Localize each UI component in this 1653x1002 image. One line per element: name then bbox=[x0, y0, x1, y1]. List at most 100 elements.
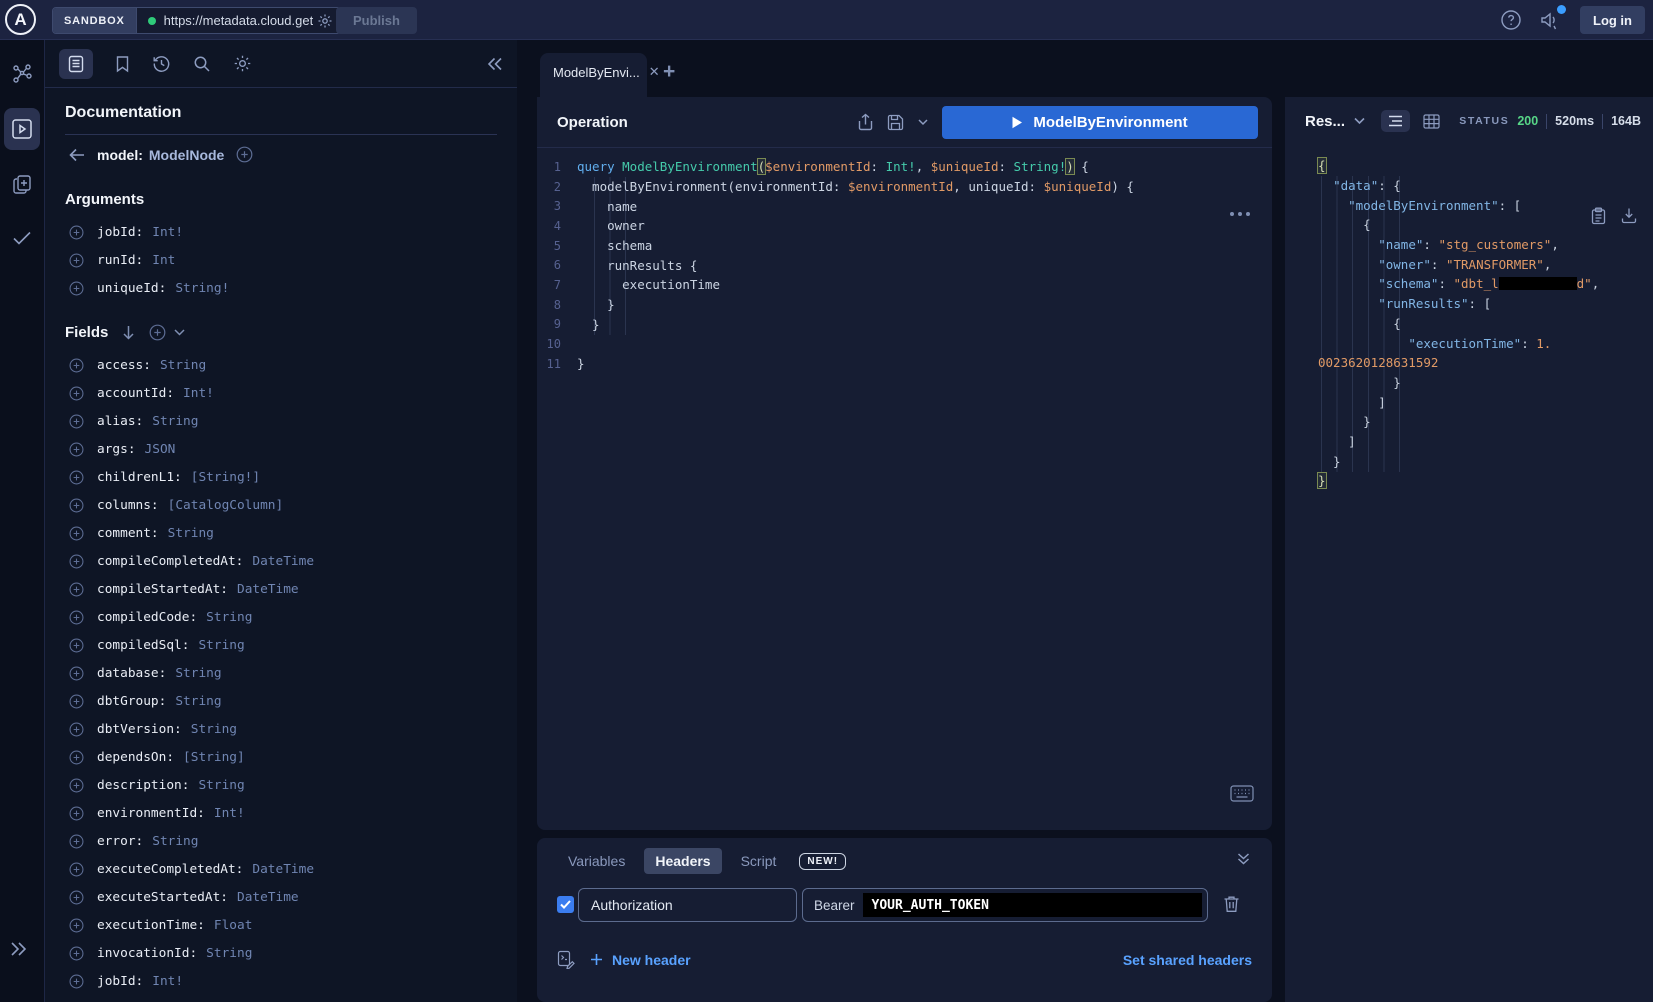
header-value-input[interactable]: Bearer YOUR_AUTH_TOKEN bbox=[802, 888, 1208, 922]
add-all-fields-icon[interactable] bbox=[236, 146, 253, 163]
add-field-icon[interactable] bbox=[69, 414, 84, 429]
back-arrow-icon[interactable] bbox=[69, 148, 85, 162]
sort-fields-icon[interactable] bbox=[122, 325, 135, 340]
history-icon[interactable] bbox=[152, 54, 171, 73]
add-field-icon[interactable] bbox=[69, 582, 84, 597]
add-field-icon[interactable] bbox=[69, 225, 84, 240]
collapse-bottom-panel-icon[interactable] bbox=[1237, 852, 1250, 865]
response-panel: Res... STATUS 200 520ms 164B { "data": { bbox=[1285, 97, 1653, 1002]
plus-icon bbox=[590, 953, 603, 966]
field-name: args: bbox=[97, 442, 136, 457]
new-header-button[interactable]: New header bbox=[590, 952, 691, 968]
delete-header-icon[interactable] bbox=[1223, 895, 1240, 913]
add-field-icon[interactable] bbox=[69, 694, 84, 709]
response-line: "runResults": [ bbox=[1318, 294, 1653, 314]
response-line: } bbox=[1318, 412, 1653, 432]
add-field-icon[interactable] bbox=[69, 358, 84, 373]
response-dropdown-chevron-icon[interactable] bbox=[1354, 117, 1365, 125]
sandbox-pages-nav-icon[interactable] bbox=[4, 164, 40, 204]
header-key-input[interactable] bbox=[578, 888, 797, 922]
response-json: { "data": { "modelByEnvironment": [ { "n… bbox=[1318, 156, 1653, 491]
close-tab-icon[interactable]: ✕ bbox=[649, 64, 660, 80]
fields-list: access:StringaccountId:Int!alias:Stringa… bbox=[65, 351, 497, 995]
documentation-tab-icon[interactable] bbox=[59, 49, 93, 79]
field-name: compiledCode: bbox=[97, 610, 197, 625]
tab-headers[interactable]: Headers bbox=[644, 848, 721, 874]
field-name: childrenL1: bbox=[97, 470, 182, 485]
publish-button[interactable]: Publish bbox=[336, 7, 417, 34]
add-field-icon[interactable] bbox=[69, 386, 84, 401]
add-field-icon[interactable] bbox=[69, 281, 84, 296]
add-field-icon[interactable] bbox=[69, 834, 84, 849]
help-icon[interactable] bbox=[1500, 9, 1522, 31]
line-number: 9 bbox=[537, 317, 577, 331]
response-line: } bbox=[1318, 471, 1653, 491]
add-field-icon[interactable] bbox=[69, 722, 84, 737]
add-field-icon[interactable] bbox=[69, 442, 84, 457]
query-editor[interactable]: 1query ModelByEnvironment($environmentId… bbox=[537, 148, 1272, 828]
field-row: compileStartedAt:DateTime bbox=[65, 575, 497, 603]
add-field-icon[interactable] bbox=[69, 946, 84, 961]
tab-script[interactable]: Script bbox=[730, 848, 788, 874]
response-line: } bbox=[1318, 451, 1653, 471]
add-field-icon[interactable] bbox=[69, 526, 84, 541]
field-row: executionTime:Float bbox=[65, 911, 497, 939]
collapse-docs-panel-icon[interactable] bbox=[487, 57, 503, 71]
response-title[interactable]: Res... bbox=[1305, 113, 1345, 130]
editor-menu-kebab-icon[interactable] bbox=[1230, 212, 1250, 216]
endpoint-url-input[interactable]: https://metadata.cloud.get bbox=[164, 13, 314, 28]
add-field-icon[interactable] bbox=[69, 918, 84, 933]
preflight-script-icon[interactable] bbox=[557, 950, 575, 969]
checklist-nav-icon[interactable] bbox=[4, 218, 40, 258]
add-fields-icon[interactable] bbox=[149, 324, 166, 341]
add-field-icon[interactable] bbox=[69, 806, 84, 821]
add-field-icon[interactable] bbox=[69, 554, 84, 569]
apollo-logo[interactable]: A bbox=[5, 4, 36, 35]
add-field-icon[interactable] bbox=[69, 253, 84, 268]
search-icon[interactable] bbox=[193, 55, 211, 73]
add-field-icon[interactable] bbox=[69, 862, 84, 877]
connection-settings-gear-icon[interactable] bbox=[317, 13, 333, 29]
login-button[interactable]: Log in bbox=[1580, 6, 1645, 34]
field-row: alias:String bbox=[65, 407, 497, 435]
saved-operations-icon[interactable] bbox=[115, 55, 130, 73]
run-operation-button[interactable]: ModelByEnvironment bbox=[942, 106, 1258, 139]
field-type: String bbox=[175, 666, 221, 681]
notification-dot bbox=[1557, 5, 1566, 14]
operation-title: Operation bbox=[557, 114, 628, 131]
add-field-icon[interactable] bbox=[69, 750, 84, 765]
add-field-icon[interactable] bbox=[69, 666, 84, 681]
field-type: DateTime bbox=[237, 582, 299, 597]
operation-tab[interactable]: ModelByEnvi... ✕ bbox=[540, 53, 647, 97]
response-line: "name": "stg_customers", bbox=[1318, 235, 1653, 255]
play-icon bbox=[1012, 116, 1023, 129]
settings-gear-icon[interactable] bbox=[233, 54, 252, 73]
add-field-icon[interactable] bbox=[69, 778, 84, 793]
add-field-icon[interactable] bbox=[69, 890, 84, 905]
format-json-toggle-icon[interactable] bbox=[1381, 110, 1410, 132]
field-row: compileCompletedAt:DateTime bbox=[65, 547, 497, 575]
share-operation-icon[interactable] bbox=[858, 113, 873, 131]
expand-rail-icon[interactable] bbox=[8, 940, 28, 958]
add-field-icon[interactable] bbox=[69, 610, 84, 625]
add-fields-chevron-icon[interactable] bbox=[174, 329, 185, 336]
add-field-icon[interactable] bbox=[69, 498, 84, 513]
announcements-icon[interactable] bbox=[1539, 9, 1563, 31]
field-row: error:String bbox=[65, 827, 497, 855]
save-operation-icon[interactable] bbox=[887, 114, 904, 131]
new-tab-icon[interactable]: + bbox=[663, 60, 675, 84]
field-row: description:String bbox=[65, 771, 497, 799]
save-options-chevron-icon[interactable] bbox=[918, 119, 928, 126]
header-enabled-checkbox[interactable] bbox=[557, 896, 574, 913]
table-view-toggle-icon[interactable] bbox=[1423, 114, 1440, 129]
add-field-icon[interactable] bbox=[69, 974, 84, 989]
field-name: dbtGroup: bbox=[97, 694, 166, 709]
keyboard-shortcuts-icon[interactable] bbox=[1230, 785, 1254, 802]
tab-variables[interactable]: Variables bbox=[557, 848, 636, 874]
explorer-nav-icon[interactable] bbox=[4, 108, 40, 150]
schema-nav-icon[interactable] bbox=[4, 54, 40, 94]
set-shared-headers-link[interactable]: Set shared headers bbox=[1123, 952, 1252, 968]
add-field-icon[interactable] bbox=[69, 470, 84, 485]
docs-title: Documentation bbox=[65, 104, 497, 135]
add-field-icon[interactable] bbox=[69, 638, 84, 653]
